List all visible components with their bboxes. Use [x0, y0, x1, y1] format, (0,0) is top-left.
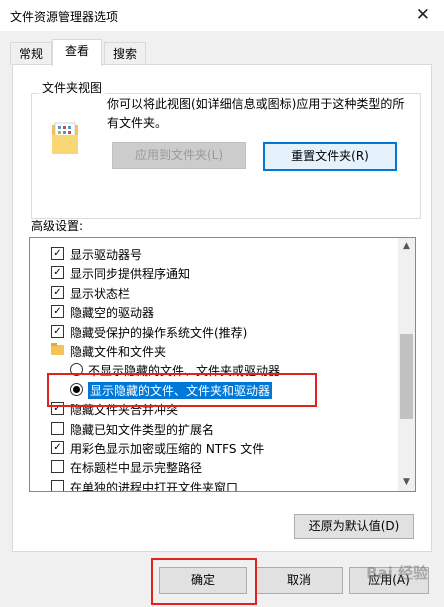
radio-unselected-icon[interactable]	[70, 363, 83, 377]
checkbox-option[interactable]: 在标题栏中显示完整路径	[30, 457, 396, 477]
cancel-button[interactable]: 取消	[255, 567, 343, 594]
option-label: 隐藏文件和文件夹	[70, 345, 167, 359]
option-label: 隐藏文件夹合并冲突	[70, 403, 179, 418]
option-label: 不显示隐藏的文件、文件夹或驱动器	[88, 364, 281, 379]
tab-general[interactable]: 常规	[10, 42, 52, 65]
checkbox-checked-icon[interactable]: ✓	[51, 441, 64, 454]
checkbox-option[interactable]: ✓ 显示驱动器号	[30, 244, 396, 264]
option-label: 显示同步提供程序通知	[70, 267, 191, 282]
checkbox-checked-icon[interactable]: ✓	[51, 324, 64, 338]
checkbox-option[interactable]: 在单独的进程中打开文件夹窗口	[30, 477, 396, 491]
checkbox-unchecked-icon[interactable]	[51, 460, 64, 474]
option-label: 隐藏空的驱动器	[70, 306, 155, 321]
checkbox-option[interactable]: ✓ 隐藏受保护的操作系统文件(推荐)	[30, 322, 396, 342]
checkbox-checked-icon[interactable]: ✓	[51, 285, 64, 299]
checkbox-option[interactable]: ✓ 显示同步提供程序通知	[30, 263, 396, 283]
restore-defaults-button[interactable]: 还原为默认值(D)	[294, 514, 414, 539]
checkbox-unchecked-icon[interactable]	[51, 421, 64, 435]
tree-folder-item: 隐藏文件和文件夹	[30, 341, 396, 361]
option-label: 在单独的进程中打开文件夹窗口	[70, 480, 239, 491]
scroll-down-icon[interactable]: ▼	[398, 474, 415, 491]
ok-button[interactable]: 确定	[159, 567, 247, 594]
tab-search[interactable]: 搜索	[104, 42, 146, 65]
option-label: 隐藏受保护的操作系统文件(推荐)	[70, 325, 248, 340]
radio-selected-icon[interactable]	[70, 382, 83, 396]
view-tab-panel: 文件夹视图 你可以将此视图(如详细信息或图标)应用于这种类型的所有文件夹。 应用…	[12, 64, 432, 552]
checkbox-option[interactable]: 隐藏已知文件类型的扩展名	[30, 419, 396, 439]
tab-view[interactable]: 查看	[52, 39, 102, 66]
folder-view-icon	[52, 122, 78, 154]
checkbox-checked-icon[interactable]: ✓	[51, 305, 64, 319]
radio-option[interactable]: 显示隐藏的文件、文件夹和驱动器	[30, 380, 396, 400]
option-label: 显示状态栏	[70, 286, 131, 301]
tab-view-label: 查看	[64, 44, 89, 58]
checkbox-option[interactable]: ✓ 隐藏空的驱动器	[30, 302, 396, 322]
checkbox-option[interactable]: ✓ 显示状态栏	[30, 283, 396, 303]
apply-to-folders-button[interactable]: 应用到文件夹(L)	[112, 142, 246, 169]
title-bar: 文件资源管理器选项 ✕	[0, 0, 444, 31]
window-title: 文件资源管理器选项	[10, 10, 119, 24]
checkbox-checked-icon[interactable]: ✓	[51, 266, 64, 280]
option-label: 用彩色显示加密或压缩的 NTFS 文件	[70, 442, 265, 456]
checkbox-option[interactable]: ✓ 隐藏文件夹合并冲突	[30, 399, 396, 419]
checkbox-option[interactable]: ✓ 用彩色显示加密或压缩的 NTFS 文件	[30, 438, 396, 458]
scroll-up-icon[interactable]: ▲	[398, 238, 415, 255]
option-label: 隐藏已知文件类型的扩展名	[70, 422, 215, 437]
option-label: 显示隐藏的文件、文件夹和驱动器	[88, 381, 273, 399]
advanced-settings-rows: ✓ 显示驱动器号 ✓ 显示同步提供程序通知 ✓ 显示状态栏 ✓ 隐藏空的驱动器 ✓ 隐藏受保护的操…	[30, 238, 396, 491]
folder-views-label: 文件夹视图	[39, 79, 106, 96]
checkbox-checked-icon[interactable]: ✓	[51, 402, 64, 416]
option-label: 显示驱动器号	[70, 248, 143, 262]
watermark: Bai 经验	[366, 564, 428, 582]
advanced-settings-label: 高级设置:	[31, 219, 84, 233]
checkbox-checked-icon[interactable]: ✓	[51, 247, 64, 260]
radio-option[interactable]: 不显示隐藏的文件、文件夹或驱动器	[30, 360, 396, 380]
folder-icon	[51, 343, 64, 355]
reset-folders-button[interactable]: 重置文件夹(R)	[263, 142, 397, 171]
tab-general-label: 常规	[18, 47, 43, 61]
close-icon[interactable]: ✕	[416, 5, 430, 25]
checkbox-unchecked-icon[interactable]	[51, 479, 64, 491]
scroll-thumb[interactable]	[400, 334, 413, 419]
option-label: 在标题栏中显示完整路径	[70, 461, 203, 476]
vertical-scrollbar[interactable]: ▲ ▼	[398, 238, 415, 491]
advanced-settings-list[interactable]: ✓ 显示驱动器号 ✓ 显示同步提供程序通知 ✓ 显示状态栏 ✓ 隐藏空的驱动器 ✓ 隐藏受保护的操…	[29, 237, 416, 492]
tab-search-label: 搜索	[112, 47, 137, 61]
folder-views-description: 你可以将此视图(如详细信息或图标)应用于这种类型的所有文件夹。	[107, 97, 405, 130]
